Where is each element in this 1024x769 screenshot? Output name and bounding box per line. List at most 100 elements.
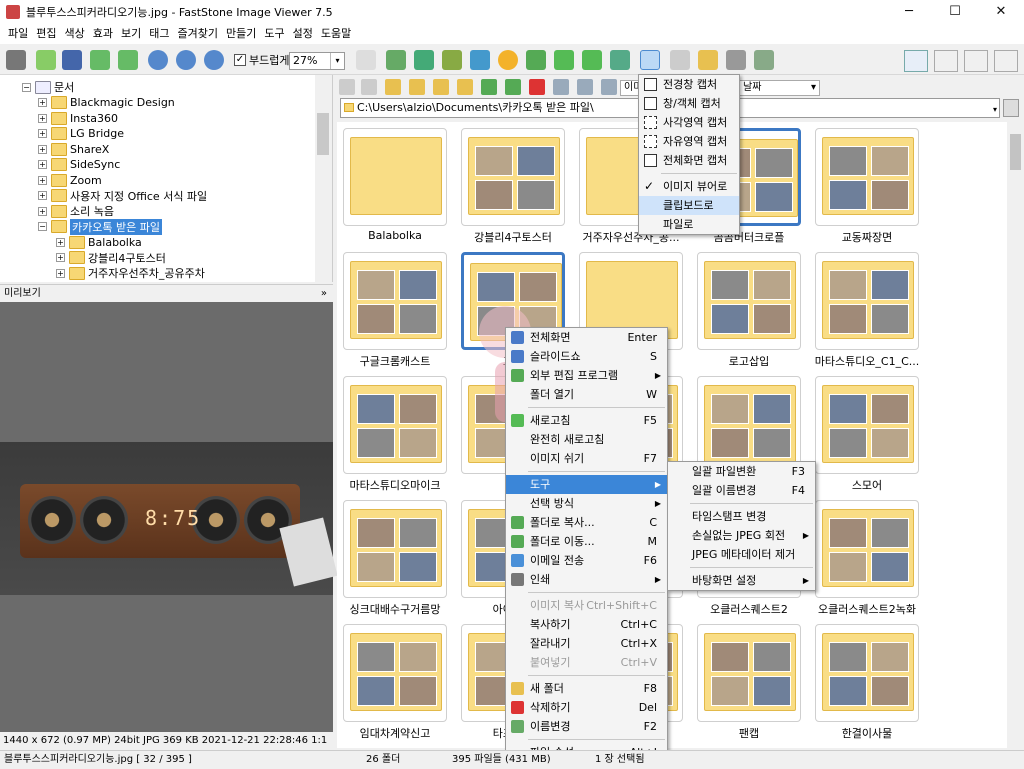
path-dropdown-icon[interactable]: ▾: [993, 101, 997, 119]
camera-icon[interactable]: [6, 50, 26, 70]
brightness-icon[interactable]: [498, 50, 518, 70]
path-browse-button[interactable]: [1003, 99, 1019, 117]
capmenu-item[interactable]: 사각영역 캡처: [639, 113, 739, 132]
zoom-in-icon[interactable]: [148, 50, 168, 70]
tree-item[interactable]: + 거주자우선주차_공유주차: [56, 265, 205, 281]
ctxmenu-item[interactable]: 잘라내기 Ctrl+X: [506, 634, 667, 653]
thumbnail-item[interactable]: 교동짜장면: [811, 122, 923, 244]
new-folder-icon[interactable]: [433, 79, 449, 95]
back-icon[interactable]: [339, 79, 355, 95]
toolsmenu-item[interactable]: 일괄 파일변환 F3: [668, 462, 815, 481]
thumbnail-item[interactable]: 한결이사물: [811, 618, 923, 740]
sort-chevron-icon[interactable]: ▾: [811, 81, 816, 95]
ctxmenu-item[interactable]: 새로고침 F5: [506, 411, 667, 430]
details-icon[interactable]: [577, 79, 593, 95]
toolsmenu-item[interactable]: 일괄 이름변경 F4: [668, 481, 815, 500]
close-button[interactable]: ✕: [978, 0, 1024, 24]
ctxmenu-item[interactable]: 선택 방식 ▶: [506, 494, 667, 513]
tree-item[interactable]: + ShareX: [38, 141, 109, 157]
print-icon[interactable]: [726, 50, 746, 70]
expand-icon[interactable]: −: [38, 222, 47, 231]
ctxmenu-item[interactable]: 이메일 전송 F6: [506, 551, 667, 570]
ctxmenu-item[interactable]: 전체화면 Enter: [506, 328, 667, 347]
menu-create[interactable]: 만들기: [222, 24, 260, 44]
thumbnail-item[interactable]: Balabolka: [339, 122, 451, 242]
capmenu-item[interactable]: 전경창 캡처: [639, 75, 739, 94]
actual-size-icon[interactable]: [204, 50, 224, 70]
expand-icon[interactable]: +: [56, 253, 65, 262]
thumbnail-item[interactable]: 마타스튜디오_C1_C...: [811, 246, 923, 368]
layout-browser-icon[interactable]: [904, 50, 928, 72]
tree-item[interactable]: + 사용자 지정 Office 서식 파일: [38, 188, 207, 204]
prev-icon[interactable]: [90, 50, 110, 70]
tree-item[interactable]: − 문서: [22, 79, 74, 95]
expand-icon[interactable]: +: [38, 129, 47, 138]
move-to-icon[interactable]: [505, 79, 521, 95]
thumbnail-item[interactable]: 스모어: [811, 370, 923, 492]
collapse-icon[interactable]: »: [321, 285, 327, 303]
layout-preview-icon[interactable]: [964, 50, 988, 72]
compare-icon[interactable]: [610, 50, 630, 70]
thumbnail-item[interactable]: 구글크롬캐스트: [339, 246, 451, 368]
expand-icon[interactable]: +: [38, 206, 47, 216]
next-icon[interactable]: [118, 50, 138, 70]
layout-thumbs-icon[interactable]: [934, 50, 958, 72]
image-icon[interactable]: [442, 50, 462, 70]
expand-icon[interactable]: +: [38, 175, 47, 185]
tree-item[interactable]: + Zoom: [38, 172, 102, 188]
thumbnail-item[interactable]: 마타스튜디오마이크: [339, 370, 451, 492]
menu-help[interactable]: 도움말: [317, 24, 355, 44]
copy-to-icon[interactable]: [481, 79, 497, 95]
expand-icon[interactable]: +: [38, 160, 47, 169]
up-folder-icon[interactable]: [385, 79, 401, 95]
expand-icon[interactable]: +: [38, 113, 47, 123]
tree-item[interactable]: + 소리 녹음: [38, 203, 114, 219]
folder-icon[interactable]: [409, 79, 425, 95]
menu-color[interactable]: 색상: [61, 24, 89, 44]
expand-icon[interactable]: +: [56, 237, 65, 247]
ctxmenu-item[interactable]: 삭제하기 Del: [506, 698, 667, 717]
tree-scrollbar[interactable]: [315, 75, 332, 282]
draw-icon[interactable]: [670, 50, 690, 70]
capmenu-item[interactable]: 전체화면 캡처: [639, 151, 739, 170]
smooth-check[interactable]: ✓: [234, 54, 246, 66]
favorites-icon[interactable]: [457, 79, 473, 95]
thumbnail-item[interactable]: 오클러스퀘스트2녹화: [811, 494, 923, 616]
ctxmenu-item[interactable]: 외부 편집 프로그램 ▶: [506, 366, 667, 385]
rotate-right-icon[interactable]: [582, 50, 602, 70]
toolsmenu-item[interactable]: 손실없는 JPEG 회전 ▶: [668, 526, 815, 545]
expand-icon[interactable]: +: [38, 98, 47, 107]
expand-icon[interactable]: −: [22, 82, 31, 92]
thumbnail-item[interactable]: 싱크대배수구거름망: [339, 494, 451, 616]
ctxmenu-item[interactable]: 새 폴더 F8: [506, 679, 667, 698]
menu-view[interactable]: 보기: [117, 24, 145, 44]
tree-scroll-thumb[interactable]: [317, 113, 329, 155]
menu-edit[interactable]: 편집: [32, 24, 60, 44]
thumbnail-item[interactable]: 로고삽입: [693, 246, 805, 368]
user-icon[interactable]: [526, 50, 546, 70]
toolsmenu-item[interactable]: JPEG 메타데이터 제거: [668, 545, 815, 564]
capmenu-item[interactable]: 파일로: [639, 215, 739, 234]
ctxmenu-item[interactable]: 폴더로 복사... C: [506, 513, 667, 532]
forward-icon[interactable]: [361, 79, 377, 95]
menu-file[interactable]: 파일: [4, 24, 32, 44]
zoom-out-icon[interactable]: [176, 50, 196, 70]
expand-icon[interactable]: +: [38, 144, 47, 154]
thumbnail-item[interactable]: 팬캡: [693, 618, 805, 740]
expand-icon[interactable]: +: [38, 191, 47, 200]
grid-scroll-thumb[interactable]: [1010, 134, 1021, 170]
view-mode-icon[interactable]: [553, 79, 569, 95]
list-icon[interactable]: [601, 79, 617, 95]
capmenu-item[interactable]: 자유영역 캡처: [639, 132, 739, 151]
minimize-button[interactable]: ─: [886, 0, 932, 24]
capture-icon[interactable]: [640, 50, 660, 70]
tree-item[interactable]: + Balabolka: [56, 234, 142, 250]
grid-scrollbar[interactable]: [1007, 122, 1024, 748]
delete-icon[interactable]: [529, 79, 545, 95]
maximize-button[interactable]: ☐: [932, 0, 978, 24]
ctxmenu-item[interactable]: 복사하기 Ctrl+C: [506, 615, 667, 634]
hand-icon[interactable]: [356, 50, 376, 70]
ctxmenu-item[interactable]: 완전히 새로고침: [506, 430, 667, 449]
ctxmenu-item[interactable]: 도구 ▶: [506, 475, 667, 494]
toolsmenu-item[interactable]: 바탕화면 설정 ▶: [668, 571, 815, 590]
